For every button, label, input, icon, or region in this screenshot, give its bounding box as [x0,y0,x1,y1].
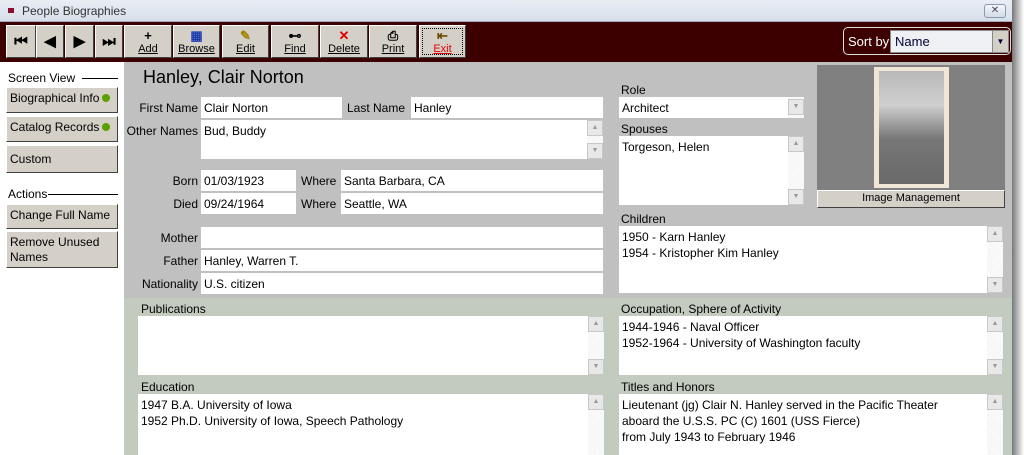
close-button[interactable]: ✕ [984,4,1006,18]
nationality-field[interactable]: U.S. citizen [201,273,603,294]
publications-label: Publications [141,302,206,316]
education-label: Education [141,380,195,394]
exit-button[interactable]: ⇤ Exit [419,25,466,58]
exit-door-icon: ⇤ [437,28,448,43]
next-record-button[interactable]: ▶ [65,25,94,58]
other-names-label: Other Names [126,124,198,138]
custom-button[interactable]: Custom [6,145,118,173]
photo-panel [817,65,1005,190]
last-record-button[interactable]: ⏭ [95,25,123,58]
scrollbar[interactable]: ▲ [588,394,604,455]
last-name-field[interactable]: Hanley [411,97,603,118]
actions-heading: Actions [8,187,118,201]
status-dot-icon [102,94,111,102]
print-button[interactable]: ⎙ Print [369,25,417,58]
occupation-field[interactable]: 1944-1946 - Naval Officer 1952-1964 - Un… [619,316,1003,375]
printer-icon: ⎙ [387,28,399,43]
died-date-field[interactable]: 09/24/1964 [201,193,296,214]
father-field[interactable]: Hanley, Warren T. [201,250,603,271]
born-where-field[interactable]: Santa Barbara, CA [341,170,603,191]
window-title: People Biographies [22,4,127,18]
scrollbar[interactable]: ▲ ▼ [588,316,604,375]
edit-button[interactable]: ✎ Edit [222,25,269,58]
spouses-label: Spouses [621,122,668,136]
publications-field[interactable]: ▲ ▼ [138,316,604,375]
last-icon: ⏭ [102,33,116,50]
titles-honors-label: Titles and Honors [621,380,715,394]
nationality-label: Nationality [141,277,198,291]
add-button[interactable]: + Add [124,25,172,58]
plus-icon: + [144,28,152,43]
sidebar: Screen View Biographical Info Catalog Re… [0,62,124,455]
titles-honors-field[interactable]: Lieutenant (jg) Clair N. Hanley served i… [619,394,1003,455]
role-label: Role [621,83,646,97]
occupation-label: Occupation, Sphere of Activity [621,302,782,316]
catalog-records-button[interactable]: Catalog Records [6,116,118,142]
first-record-button[interactable]: ⏮ [6,25,36,58]
next-icon: ▶ [73,33,86,50]
delete-button[interactable]: ✕ Delete [320,25,368,58]
mother-label: Mother [160,231,198,245]
biographical-info-button[interactable]: Biographical Info [6,87,118,113]
record-title: Hanley, Clair Norton [143,67,304,87]
role-select[interactable]: Architect ▼ [619,97,804,118]
scrollbar[interactable]: ▲ ▼ [788,136,804,205]
image-management-button[interactable]: Image Management [817,190,1005,208]
browse-button[interactable]: ▦ Browse [173,25,220,58]
window-shadow [1012,0,1024,455]
scrollbar[interactable]: ▲ [987,394,1003,455]
scrollbar[interactable]: ▲ ▼ [987,316,1003,375]
children-field[interactable]: 1950 - Karn Hanley 1954 - Kristopher Kim… [619,226,1003,293]
first-name-field[interactable]: Clair Norton [201,97,342,118]
sort-by-label: Sort by [848,34,890,49]
close-icon: ✕ [990,5,1000,16]
binoculars-icon: ⊷ [288,28,302,43]
last-name-label: Last Name [347,101,406,115]
born-label: Born [172,174,198,188]
died-where-field[interactable]: Seattle, WA [341,193,603,214]
edit-icon: ✎ [240,28,251,43]
education-field[interactable]: 1947 B.A. University of Iowa 1952 Ph.D. … [138,394,604,455]
first-name-label: First Name [139,101,198,115]
other-names-field[interactable]: Bud, Buddy ▲ ▼ [201,120,603,159]
father-label: Father [163,254,198,268]
title-bar: People Biographies ✕ [0,0,1012,22]
scrollbar[interactable]: ▲ ▼ [587,120,603,159]
sort-by-select[interactable]: Name ▼ [890,30,1009,53]
status-dot-icon [102,123,111,131]
grid-icon: ▦ [190,28,203,43]
died-where-label: Where [301,197,337,211]
delete-x-icon: ✕ [338,28,350,43]
scrollbar[interactable]: ▲ ▼ [987,226,1003,293]
died-label: Died [173,197,198,211]
toolbar: ⏮ ◀ ▶ ⏭ + Add ▦ Browse ✎ Edit ⊷ Find ✕ Delete… [0,22,1012,62]
first-icon: ⏮ [14,33,28,50]
app-icon [8,8,14,13]
born-where-label: Where [301,174,337,188]
children-label: Children [621,212,666,226]
chevron-down-icon[interactable]: ▼ [992,31,1008,52]
spouses-field[interactable]: Torgeson, Helen ▲ ▼ [619,136,804,205]
find-button[interactable]: ⊷ Find [271,25,319,58]
previous-record-button[interactable]: ◀ [36,25,64,58]
mother-field[interactable] [201,227,603,248]
previous-icon: ◀ [44,33,56,50]
born-date-field[interactable]: 01/03/1923 [201,170,296,191]
remove-unused-names-button[interactable]: Remove Unused Names [6,231,118,268]
person-photo [874,67,949,188]
sort-by-control: Sort by Name ▼ [843,27,1011,55]
chevron-down-icon[interactable]: ▼ [788,99,804,115]
screen-view-heading: Screen View [8,71,118,85]
change-full-name-button[interactable]: Change Full Name [6,204,118,229]
